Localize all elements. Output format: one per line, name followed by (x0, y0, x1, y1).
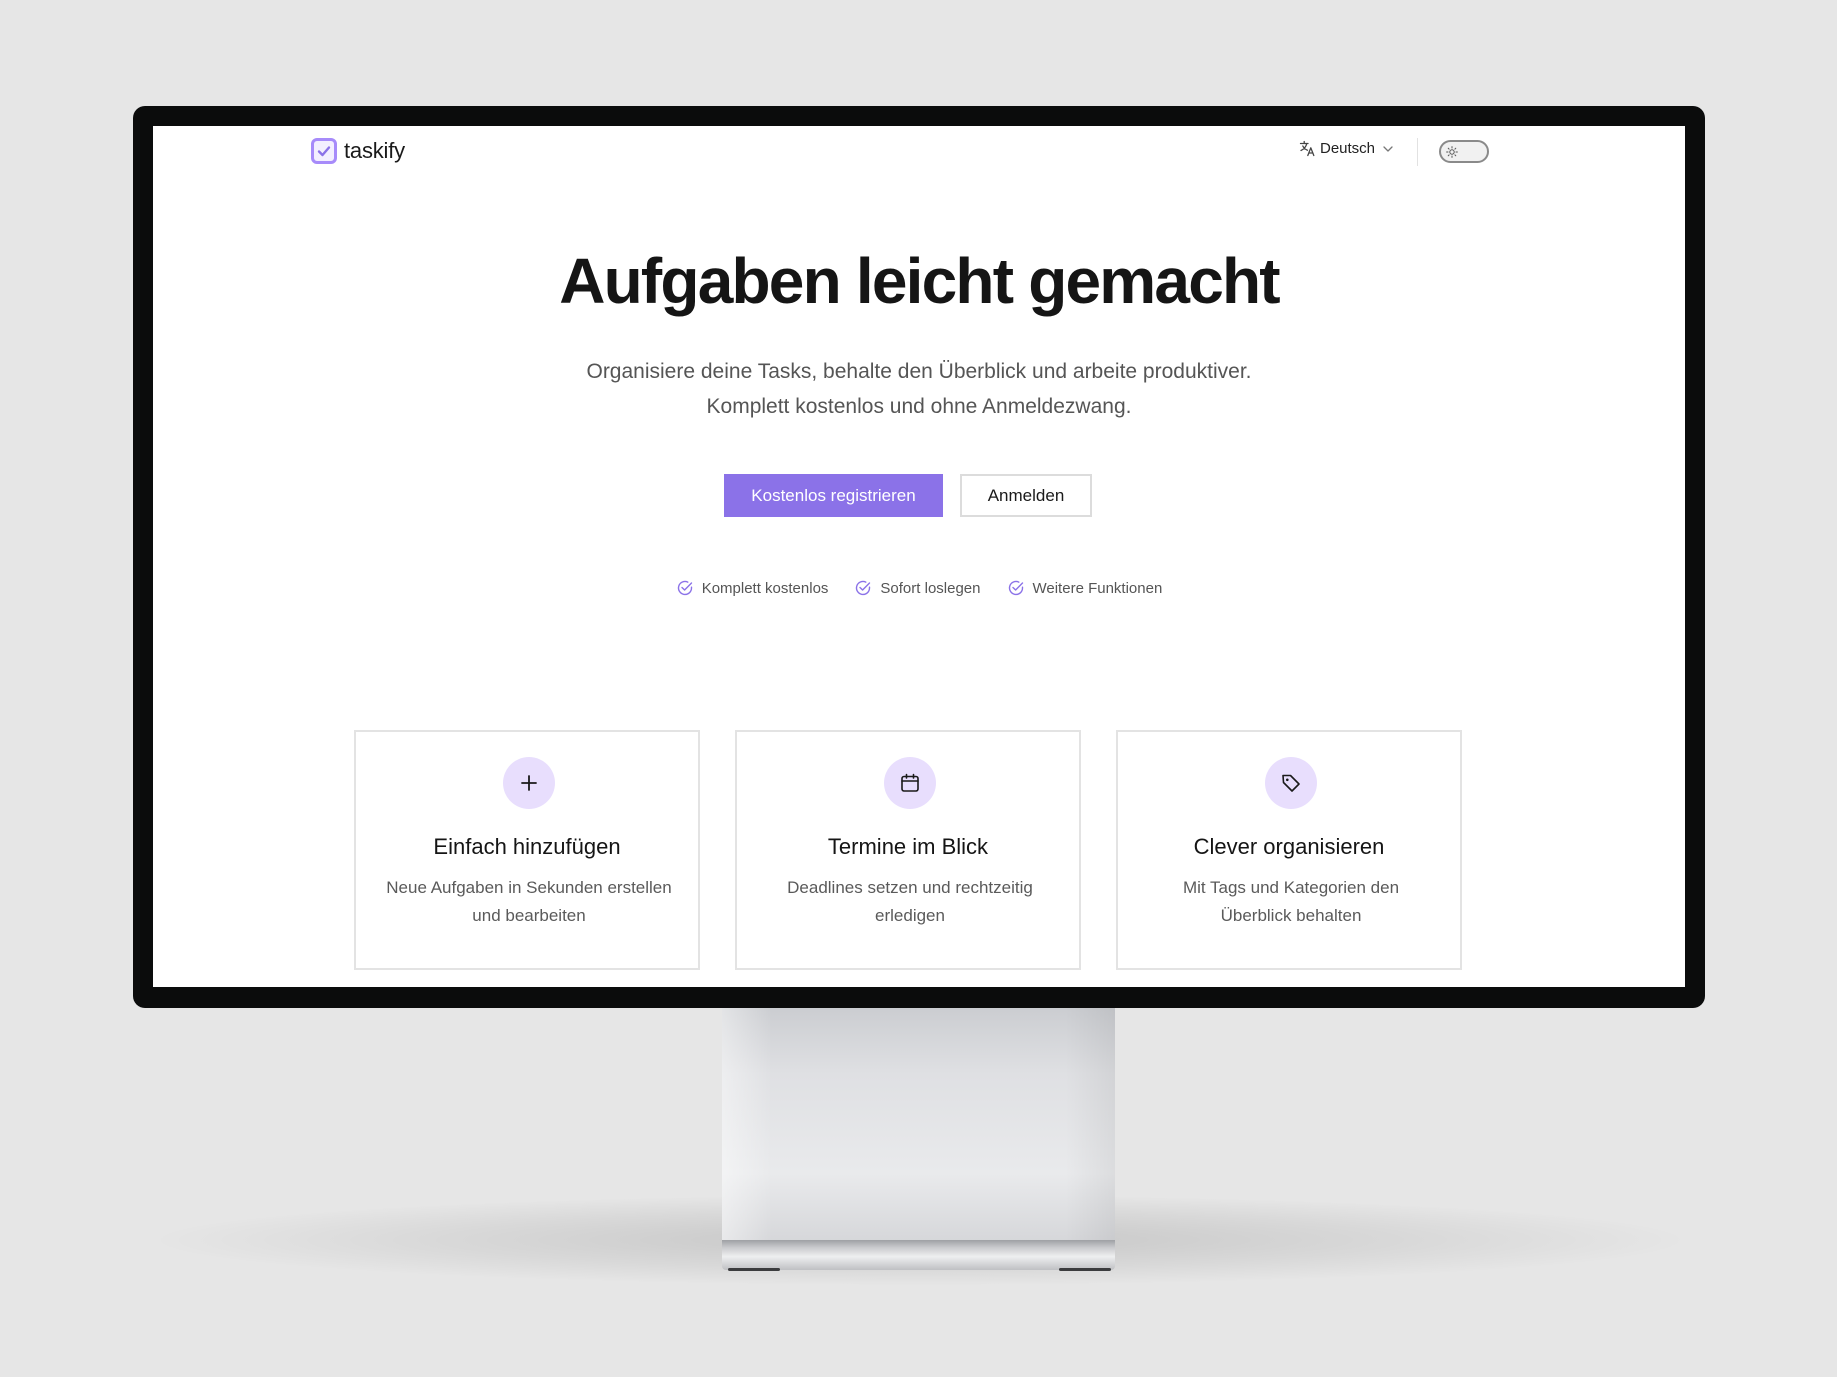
card-description: Deadlines setzen und rechtzeitig erledig… (757, 874, 1063, 930)
card-description-line: Deadlines setzen und rechtzeitig (787, 878, 1033, 897)
highlight-item: Weitere Funktionen (1007, 579, 1163, 597)
check-circle-icon (677, 580, 692, 596)
language-label: Deutsch (1320, 140, 1376, 157)
stand-foot-right (1059, 1268, 1111, 1271)
plus-icon (503, 757, 555, 809)
card-description-line: erledigen (875, 906, 945, 925)
hero-subtitle: Organisiere deine Tasks, behalte den Übe… (153, 354, 1685, 424)
chevron-down-icon (1383, 145, 1393, 152)
highlight-item: Sofort loslegen (854, 579, 981, 597)
highlight-item: Komplett kostenlos (676, 579, 829, 597)
card-description-line: und bearbeiten (472, 906, 586, 925)
sun-icon (1444, 144, 1459, 159)
brand-logo[interactable]: taskify (311, 138, 405, 164)
card-title: Clever organisieren (1193, 834, 1385, 859)
highlight-label: Komplett kostenlos (701, 579, 829, 597)
highlight-label: Sofort loslegen (880, 579, 981, 597)
calendar-icon (884, 757, 936, 809)
tag-icon (1265, 757, 1317, 809)
theme-toggle[interactable] (1439, 140, 1489, 163)
hero-subtitle-line: Komplett kostenlos und ohne Anmeldezwang… (706, 395, 1132, 418)
highlights-list: Komplett kostenlos Sofort loslegen Weite… (153, 579, 1685, 597)
card-description-line: Neue Aufgaben in Sekunden erstellen (386, 878, 672, 897)
card-title: Termine im Blick (827, 834, 989, 859)
login-button[interactable]: Anmelden (960, 474, 1092, 517)
monitor-bezel: taskify Deutsch Aufgaben leicht gemacht (133, 106, 1705, 1008)
stand-foot-left (728, 1268, 780, 1271)
card-description-line: Überblick behalten (1220, 906, 1362, 925)
monitor-stand (722, 1000, 1115, 1248)
card-description: Mit Tags und Kategorien den Überblick be… (1138, 874, 1444, 930)
highlight-label: Weitere Funktionen (1032, 579, 1163, 597)
header-divider (1417, 138, 1418, 166)
language-selector[interactable]: Deutsch (1299, 140, 1394, 157)
feature-card-organize: Clever organisieren Mit Tags und Kategor… (1116, 730, 1462, 970)
register-button[interactable]: Kostenlos registrieren (724, 474, 943, 517)
hero-title: Aufgaben leicht gemacht (559, 245, 1280, 317)
translate-icon (1299, 140, 1315, 157)
feature-card-deadlines: Termine im Blick Deadlines setzen und re… (735, 730, 1081, 970)
brand-name: taskify (344, 138, 405, 163)
checkbox-icon (311, 138, 337, 164)
feature-card-add: Einfach hinzufügen Neue Aufgaben in Seku… (354, 730, 700, 970)
monitor-stand-base (722, 1240, 1115, 1270)
card-title: Einfach hinzufügen (433, 834, 621, 859)
check-circle-icon (1008, 580, 1023, 596)
check-circle-icon (856, 580, 871, 596)
card-description-line: Mit Tags und Kategorien den (1182, 878, 1400, 897)
hero-subtitle-line: Organisiere deine Tasks, behalte den Übe… (586, 360, 1252, 383)
screen: taskify Deutsch Aufgaben leicht gemacht (153, 126, 1685, 987)
card-description: Neue Aufgaben in Sekunden erstellen und … (376, 874, 682, 930)
